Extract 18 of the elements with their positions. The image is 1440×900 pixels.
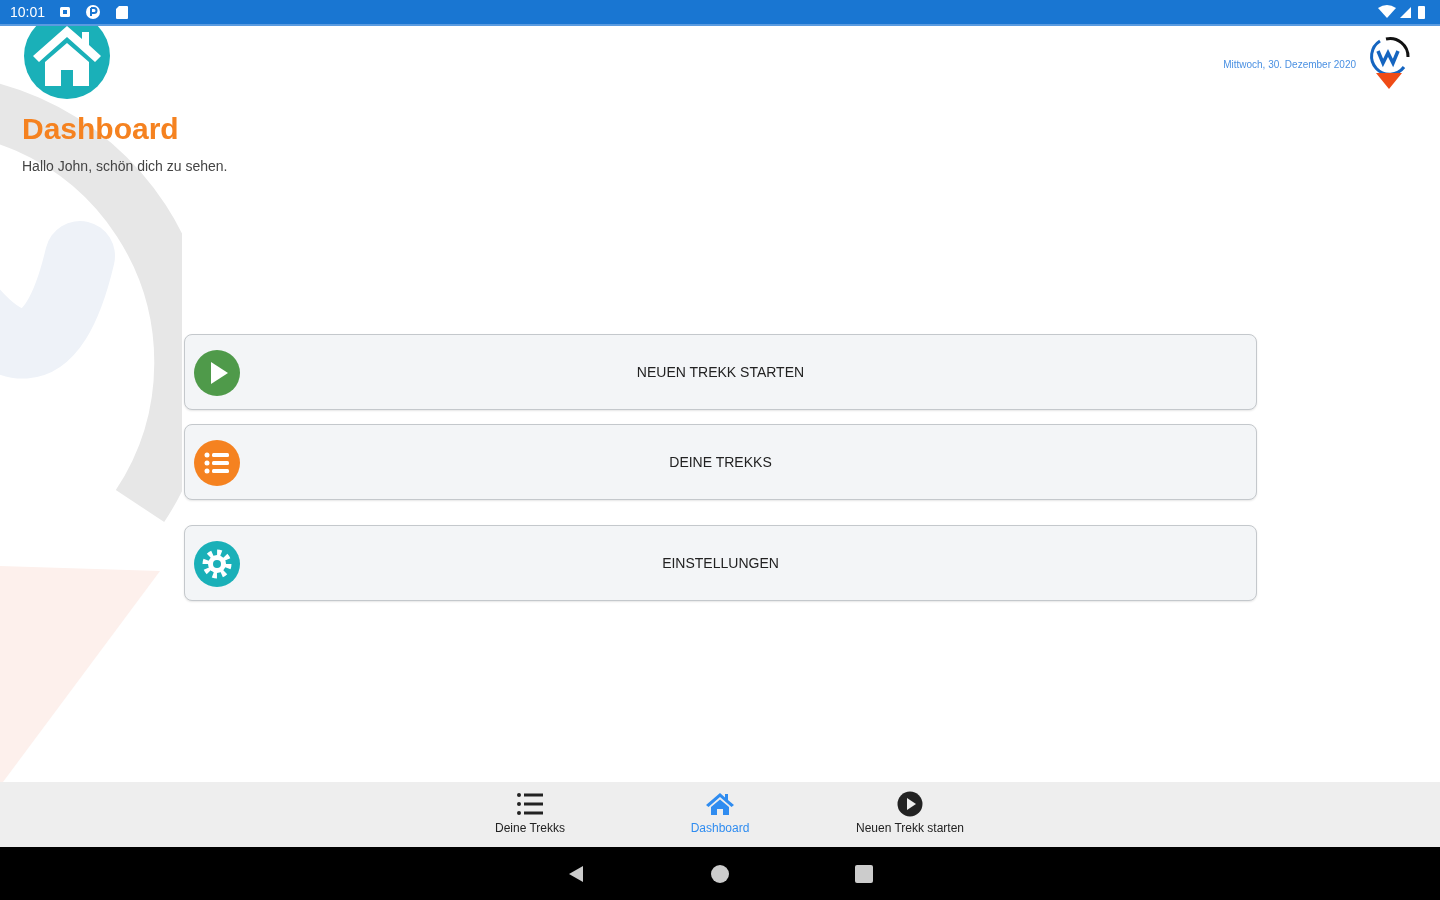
notification-square-icon [59, 4, 72, 20]
parking-icon [85, 4, 102, 20]
home-icon [23, 26, 111, 100]
home-button-icon[interactable] [710, 863, 730, 884]
action-button[interactable]: NEUEN TREKK STARTEN [184, 334, 1257, 410]
action-button[interactable]: DEINE TREKKS [184, 424, 1257, 500]
page-title: Dashboard [22, 112, 180, 146]
home-icon [705, 790, 735, 817]
date-text: Mittwoch, 30. Dezember 2020 [1223, 58, 1356, 70]
status-time: 10:01 [10, 4, 46, 20]
nav-tab[interactable]: Deine Trekks [465, 778, 595, 847]
nav-tab[interactable]: Neuen Trekk starten [845, 778, 975, 847]
recents-icon[interactable] [854, 863, 874, 884]
play-icon [895, 790, 925, 817]
action-button[interactable]: EINSTELLUNGEN [184, 525, 1257, 601]
greeting-text: Hallo John, schön dich zu sehen. [22, 158, 228, 174]
list-icon [515, 790, 545, 817]
sd-card-icon [115, 4, 130, 20]
